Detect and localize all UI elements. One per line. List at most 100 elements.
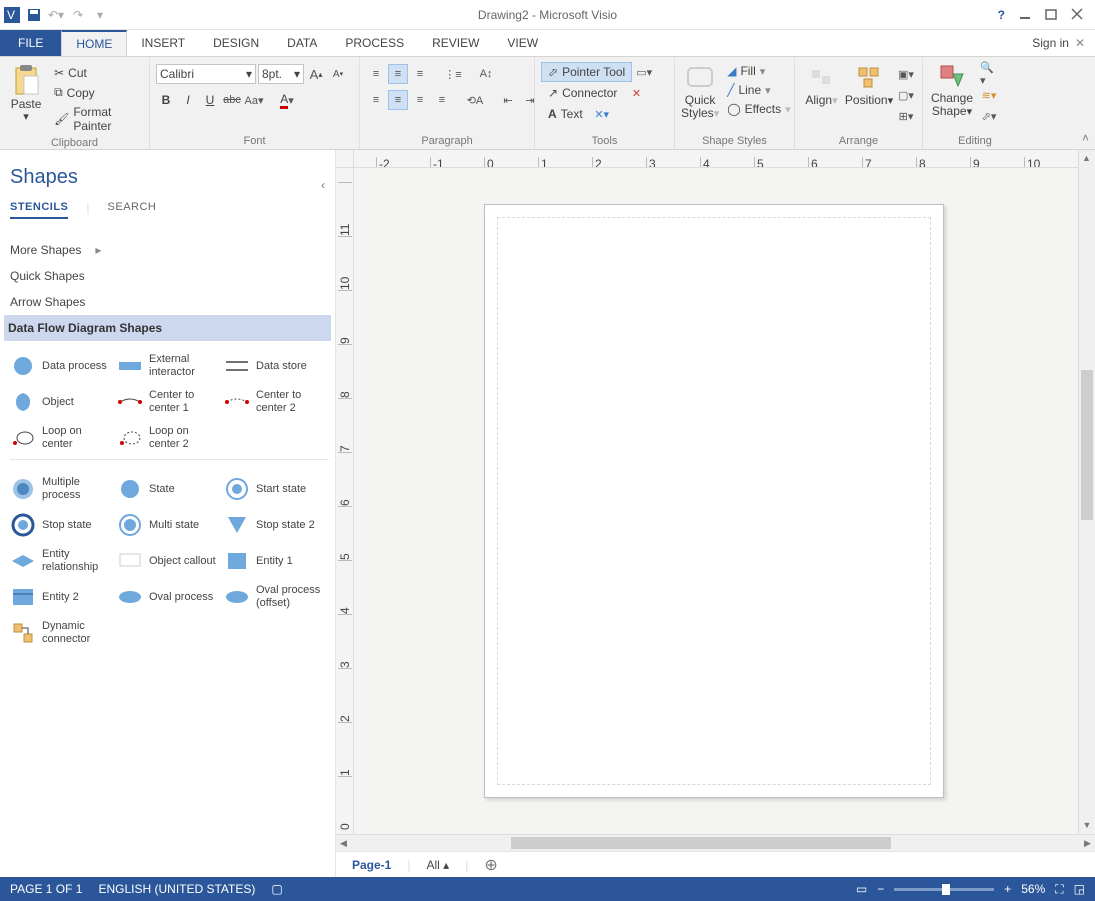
close-icon[interactable] xyxy=(1071,8,1083,22)
page-tab-all[interactable]: All ▴ xyxy=(426,858,449,872)
rotate-text-button[interactable]: ⟲A xyxy=(465,90,485,110)
shape-oval-process[interactable]: Oval process xyxy=(117,582,220,612)
scroll-right-button[interactable]: ▶ xyxy=(1080,836,1095,851)
quick-styles-button[interactable]: Quick Styles▾ xyxy=(681,60,719,120)
redo-icon[interactable]: ↷ xyxy=(70,7,86,23)
vertical-scrollbar[interactable]: ▼ xyxy=(1078,168,1095,834)
format-painter-button[interactable]: 🖌Format Painter xyxy=(50,103,143,135)
group-button[interactable]: ⊞▾ xyxy=(896,106,916,126)
shape-multi-state[interactable]: Multi state xyxy=(117,510,220,540)
save-icon[interactable] xyxy=(26,7,42,23)
line-button[interactable]: ╱Line▾ xyxy=(723,81,794,99)
align-middle-button[interactable]: ≡ xyxy=(388,64,408,84)
shape-object[interactable]: Object xyxy=(10,387,113,417)
position-button[interactable]: Position▾ xyxy=(846,60,892,107)
stencils-tab[interactable]: STENCILS xyxy=(10,201,68,219)
tab-file[interactable]: FILE xyxy=(0,30,61,56)
shrink-font-button[interactable]: A▾ xyxy=(328,64,348,84)
tab-review[interactable]: REVIEW xyxy=(418,30,493,56)
paste-button[interactable]: Paste▾ xyxy=(6,60,46,123)
layers-button[interactable]: ≋▾ xyxy=(979,85,999,105)
shape-start-state[interactable]: Start state xyxy=(224,474,327,504)
pointer-tool-button[interactable]: ⬀Pointer Tool xyxy=(541,62,632,82)
font-family-combo[interactable]: Calibri▾ xyxy=(156,64,256,84)
shape-oval-offset[interactable]: Oval process (offset) xyxy=(224,582,327,612)
shape-entity1[interactable]: Entity 1 xyxy=(224,546,327,576)
shape-dynamic-connector[interactable]: Dynamic connector xyxy=(10,618,113,648)
effects-button[interactable]: ◯Effects▾ xyxy=(723,100,794,118)
pan-zoom-icon[interactable]: ◲ xyxy=(1074,882,1085,896)
copy-button[interactable]: ⧉Copy xyxy=(50,83,143,102)
find-button[interactable]: 🔍▾ xyxy=(979,64,999,84)
underline-button[interactable]: U xyxy=(200,90,220,110)
shape-entity-rel[interactable]: Entity relationship xyxy=(10,546,113,576)
shape-state[interactable]: State xyxy=(117,474,220,504)
tab-data[interactable]: DATA xyxy=(273,30,331,56)
shape-data-process[interactable]: Data process xyxy=(10,351,113,381)
align-button[interactable]: Align▾ xyxy=(801,60,842,107)
sign-in[interactable]: Sign in✕ xyxy=(1022,30,1095,56)
delete-tool-button[interactable]: ✕ xyxy=(626,83,646,103)
align-justify-button[interactable]: ≡ xyxy=(432,90,452,110)
shape-center1[interactable]: Center to center 1 xyxy=(117,387,220,417)
minimize-icon[interactable] xyxy=(1019,8,1031,22)
more-shapes-item[interactable]: More Shapes▸ xyxy=(10,237,335,263)
align-right-button[interactable]: ≡ xyxy=(410,90,430,110)
zoom-in-button[interactable]: + xyxy=(1004,882,1011,896)
collapse-pane-icon[interactable]: ‹ xyxy=(321,178,325,192)
status-language[interactable]: ENGLISH (UNITED STATES) xyxy=(98,882,255,896)
add-page-button[interactable]: ⊕ xyxy=(484,855,497,875)
search-tab[interactable]: SEARCH xyxy=(108,201,157,219)
tab-view[interactable]: VIEW xyxy=(493,30,552,56)
zoom-level[interactable]: 56% xyxy=(1021,882,1045,896)
text-direction-button[interactable]: A↕ xyxy=(476,64,496,84)
align-bottom-button[interactable]: ≡ xyxy=(410,64,430,84)
status-page[interactable]: PAGE 1 OF 1 xyxy=(10,882,82,896)
shape-loop1[interactable]: Loop on center xyxy=(10,423,113,453)
tab-home[interactable]: HOME xyxy=(61,30,127,57)
bring-front-button[interactable]: ▣▾ xyxy=(896,64,916,84)
font-size-combo[interactable]: 8pt.▾ xyxy=(258,64,304,84)
shape-object-callout[interactable]: Object callout xyxy=(117,546,220,576)
shape-center2[interactable]: Center to center 2 xyxy=(224,387,327,417)
signin-close-icon[interactable]: ✕ xyxy=(1075,36,1085,50)
fill-button[interactable]: ◢Fill▾ xyxy=(723,62,794,80)
grow-font-button[interactable]: A▴ xyxy=(306,64,326,84)
connection-point-button[interactable]: ✕▾ xyxy=(592,104,612,124)
send-back-button[interactable]: ▢▾ xyxy=(896,85,916,105)
font-color-button[interactable]: A▾ xyxy=(277,90,297,110)
bold-button[interactable]: B xyxy=(156,90,176,110)
undo-icon[interactable]: ↶▾ xyxy=(48,7,64,23)
horizontal-scrollbar[interactable]: ◀ ▶ xyxy=(336,834,1095,851)
fit-page-icon[interactable]: ⛶ xyxy=(1055,882,1063,897)
align-left-button[interactable]: ≡ xyxy=(366,90,386,110)
arrow-shapes-item[interactable]: Arrow Shapes xyxy=(10,289,335,315)
dfd-shapes-item[interactable]: Data Flow Diagram Shapes xyxy=(4,315,331,341)
italic-button[interactable]: I xyxy=(178,90,198,110)
qat-custom-icon[interactable]: ▾ xyxy=(92,7,108,23)
text-tool-button[interactable]: AText xyxy=(541,104,590,124)
change-shape-button[interactable]: Change Shape▾ xyxy=(929,60,975,118)
strike-button[interactable]: abc xyxy=(222,90,242,110)
help-icon[interactable]: ? xyxy=(998,8,1005,22)
zoom-slider[interactable] xyxy=(894,888,994,891)
scroll-down-button[interactable]: ▼ xyxy=(1080,817,1095,832)
shape-external-interactor[interactable]: External interactor xyxy=(117,351,220,381)
tab-process[interactable]: PROCESS xyxy=(331,30,418,56)
zoom-out-button[interactable]: − xyxy=(877,882,884,896)
rectangle-tool-button[interactable]: ▭▾ xyxy=(634,62,654,82)
quick-shapes-item[interactable]: Quick Shapes xyxy=(10,263,335,289)
align-center-button[interactable]: ≡ xyxy=(388,90,408,110)
bullets-button[interactable]: ⋮≡ xyxy=(443,64,463,84)
shape-loop2[interactable]: Loop on center 2 xyxy=(117,423,220,453)
macro-record-icon[interactable]: ▢ xyxy=(271,882,282,896)
cut-button[interactable]: ✂Cut xyxy=(50,64,143,82)
shape-entity2[interactable]: Entity 2 xyxy=(10,582,113,612)
shape-multi-process[interactable]: Multiple process xyxy=(10,474,113,504)
shape-stop-state[interactable]: Stop state xyxy=(10,510,113,540)
drawing-canvas[interactable] xyxy=(354,168,1078,834)
scroll-left-button[interactable]: ◀ xyxy=(336,836,351,851)
presentation-mode-icon[interactable]: ▭ xyxy=(856,882,867,896)
scroll-up-button[interactable]: ▲ xyxy=(1078,150,1095,168)
page-sheet[interactable] xyxy=(484,204,944,798)
